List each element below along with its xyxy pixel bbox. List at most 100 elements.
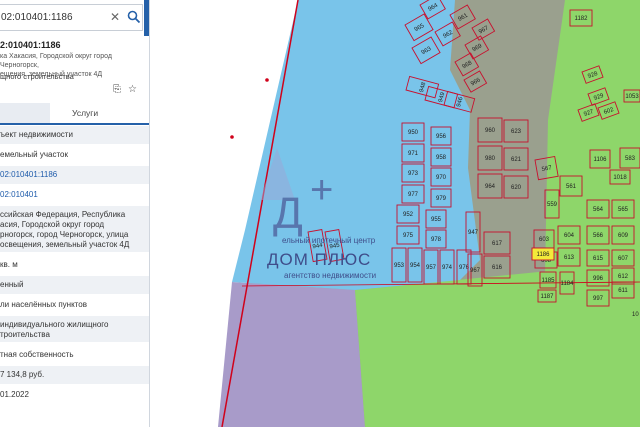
attribute-value: 01.2022 — [0, 390, 29, 399]
watermark-line1: ельный ипотечный центр — [282, 236, 376, 245]
info-panel: 02:010401:1186 ✕ ‹ 2:010401:1186 ка Хака… — [0, 0, 150, 427]
plot-number: 603 — [539, 237, 550, 243]
tab-services[interactable]: Услуги — [72, 108, 98, 118]
plot-number: 975 — [403, 233, 414, 239]
plot-number: 564 — [593, 207, 604, 213]
attribute-row: емельный участок — [0, 146, 149, 164]
collapse-panel-button[interactable]: ‹ — [144, 0, 149, 36]
attribute-value: ссийская Федерация, Республика асия, Гор… — [0, 210, 130, 249]
plot-number: 617 — [492, 241, 503, 247]
attribute-value: индивидуального жилищного троительства — [0, 320, 109, 339]
plot-number: 621 — [511, 157, 522, 163]
plot-number: 615 — [593, 256, 604, 262]
plot-number: 607 — [618, 256, 629, 262]
object-title: 2:010401:1186 — [0, 40, 61, 50]
plot-number: 954 — [410, 263, 421, 269]
attribute-value: ъект недвижимости — [0, 130, 73, 139]
search-value: 02:010401:1186 — [1, 12, 73, 23]
star-icon[interactable]: ☆ — [128, 84, 137, 95]
plot-number: 559 — [547, 202, 558, 208]
attribute-value: тная собственность — [0, 350, 74, 359]
edge-plot-label: 10 — [632, 312, 639, 318]
plot-number: 950 — [408, 130, 419, 136]
plot-number: 1187 — [541, 294, 555, 300]
plot-number: 613 — [564, 255, 575, 261]
attribute-row: енный — [0, 276, 149, 294]
attribute-row[interactable]: 02:010401 — [0, 186, 149, 204]
plot-number: 609 — [618, 233, 629, 239]
plot-number: 620 — [511, 185, 522, 191]
logo-plus: + — [310, 168, 333, 212]
attribute-row: 01.2022 — [0, 386, 149, 404]
purple-zone — [218, 282, 365, 427]
attribute-value: енный — [0, 280, 24, 289]
plot-number: 1185 — [542, 278, 556, 284]
plot-number: 565 — [618, 207, 629, 213]
plot-number: 604 — [564, 233, 575, 239]
clear-icon[interactable]: ✕ — [110, 5, 122, 30]
plot-number: 978 — [431, 237, 442, 243]
attribute-row: ъект недвижимости — [0, 126, 149, 144]
plot-number: 957 — [426, 265, 437, 271]
attribute-value: 7 134,8 руб. — [0, 370, 45, 379]
tabs-bar: Услуги — [0, 103, 149, 125]
plot-number: 977 — [408, 192, 419, 198]
boundary-marker — [265, 78, 269, 82]
plot-number: 973 — [408, 171, 419, 177]
plot-number: 971 — [408, 151, 419, 157]
plot-number: 583 — [625, 156, 636, 162]
plot-number: 967 — [470, 268, 481, 274]
plot-number: 958 — [436, 155, 447, 161]
attribute-value: кв. м — [0, 260, 18, 269]
plot-number: 1018 — [613, 175, 627, 181]
share-icon[interactable]: ⎘ — [113, 84, 121, 95]
logo-letter: Д — [273, 189, 303, 238]
attribute-row: кв. м — [0, 256, 149, 274]
plot-number: 960 — [485, 128, 496, 134]
plot-number: 974 — [442, 265, 453, 271]
object-type: щного строительства — [0, 72, 74, 81]
plot-number: 616 — [492, 265, 503, 271]
plot-number: 623 — [511, 129, 522, 135]
plot-number: 964 — [485, 184, 496, 190]
attribute-row: тная собственность — [0, 346, 149, 364]
attribute-row[interactable]: 02:010401:1186 — [0, 166, 149, 184]
land-plot[interactable]: 1186 — [531, 247, 555, 261]
attribute-value: емельный участок — [0, 150, 68, 159]
plot-number: 970 — [436, 175, 447, 181]
attribute-row: индивидуального жилищного троительства — [0, 316, 149, 342]
attribute-row: ссийская Федерация, Республика асия, Гор… — [0, 206, 149, 252]
attribute-link[interactable]: 02:010401:1186 — [0, 170, 57, 179]
watermark-line2: агентство недвижимости — [284, 271, 377, 280]
search-icon[interactable] — [127, 10, 141, 24]
plot-number: 996 — [593, 276, 604, 282]
plot-number: 980 — [485, 156, 496, 162]
attribute-row: ли населённых пунктов — [0, 296, 149, 314]
plot-number: 956 — [436, 134, 447, 140]
plot-number: 955 — [431, 217, 442, 223]
search-input[interactable]: 02:010401:1186 ✕ — [0, 4, 143, 31]
plot-number: 1182 — [575, 16, 589, 22]
plot-number: 979 — [436, 196, 447, 202]
plot-number: 1186 — [537, 252, 551, 258]
plot-number: 561 — [566, 184, 577, 190]
plot-number: 612 — [618, 274, 629, 280]
plot-number: 947 — [468, 230, 479, 236]
plot-number: 1053 — [625, 94, 639, 100]
cadastral-map[interactable]: 965 964 963 962 961 969 968 967 966 948 949 946 950 9… — [150, 0, 640, 427]
plot-number: 997 — [593, 296, 604, 302]
plot-number: 953 — [394, 263, 405, 269]
plot-number: 611 — [618, 288, 628, 294]
map-canvas[interactable]: 965964963962961969968967966948949 9469509… — [150, 0, 640, 427]
attribute-value: ли населённых пунктов — [0, 300, 87, 309]
attribute-row: 7 134,8 руб. — [0, 366, 149, 384]
watermark-brand: ДОМ ПЛЮС — [267, 250, 372, 269]
boundary-marker — [230, 135, 234, 139]
attribute-link[interactable]: 02:010401 — [0, 190, 38, 199]
tab-information[interactable] — [0, 103, 50, 123]
plot-number: 1184 — [561, 281, 575, 287]
plot-number: 566 — [593, 233, 604, 239]
plot-number: 1106 — [594, 157, 608, 163]
green-zone — [355, 262, 640, 427]
plot-number: 952 — [403, 212, 414, 218]
